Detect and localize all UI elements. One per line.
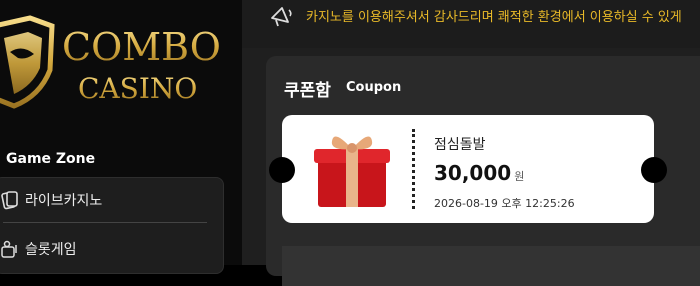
gift-box-icon <box>312 127 392 211</box>
playing-cards-icon <box>1 190 19 210</box>
game-menu: 라이브카지노 슬롯게임 <box>0 177 224 274</box>
notice-text: 카지노를 이용해주셔서 감사드리며 쾌적한 환경에서 이용하실 수 있게 <box>306 10 682 25</box>
menu-item-live-casino[interactable]: 라이브카지노 <box>0 178 223 222</box>
coupon-notch-left <box>269 157 295 183</box>
notice-bar: 카지노를 이용해주셔서 감사드리며 쾌적한 환경에서 이용하실 수 있게 <box>242 0 700 48</box>
logo-text-casino: CASINO <box>78 72 197 105</box>
coupon-name: 점심돌발 <box>434 137 486 153</box>
coupon-datetime: 2026-08-19 오후 12:25:26 <box>434 197 575 210</box>
main-content: 카지노를 이용해주셔서 감사드리며 쾌적한 환경에서 이용하실 수 있게 쿠폰함… <box>242 0 700 286</box>
menu-item-slot-game[interactable]: 슬롯게임 <box>0 227 223 271</box>
coupon-currency-unit: 원 <box>514 170 525 183</box>
coupon-notch-right <box>641 157 667 183</box>
menu-label-slot-game: 슬롯게임 <box>25 242 77 258</box>
coupon-amount: 30,000 <box>434 161 512 185</box>
coupon-card[interactable]: 점심돌발 30,000 원 2026-08-19 오후 12:25:26 <box>269 115 667 223</box>
coupon-list-next-row <box>282 246 700 286</box>
megaphone-icon <box>268 4 296 28</box>
menu-label-live-casino: 라이브카지노 <box>25 193 103 209</box>
slot-machine-icon <box>1 239 19 259</box>
coupon-amount-row: 30,000 원 <box>434 161 524 185</box>
logo-text-combo: COMBO <box>62 25 221 69</box>
combo-casino-logo[interactable]: COMBO CASINO <box>0 8 242 113</box>
game-zone-title: Game Zone <box>6 151 96 167</box>
coupon-divider <box>412 129 415 209</box>
coupon-panel-title: 쿠폰함 <box>284 81 331 101</box>
sidebar: COMBO CASINO Game Zone 라이브카지노 슬롯게임 <box>0 0 242 274</box>
coupon-panel: 쿠폰함 Coupon 점심돌발 30,000 원 2026-08-19 오후 1… <box>266 56 700 286</box>
menu-divider <box>3 222 207 223</box>
coupon-panel-subtitle: Coupon <box>346 80 402 95</box>
